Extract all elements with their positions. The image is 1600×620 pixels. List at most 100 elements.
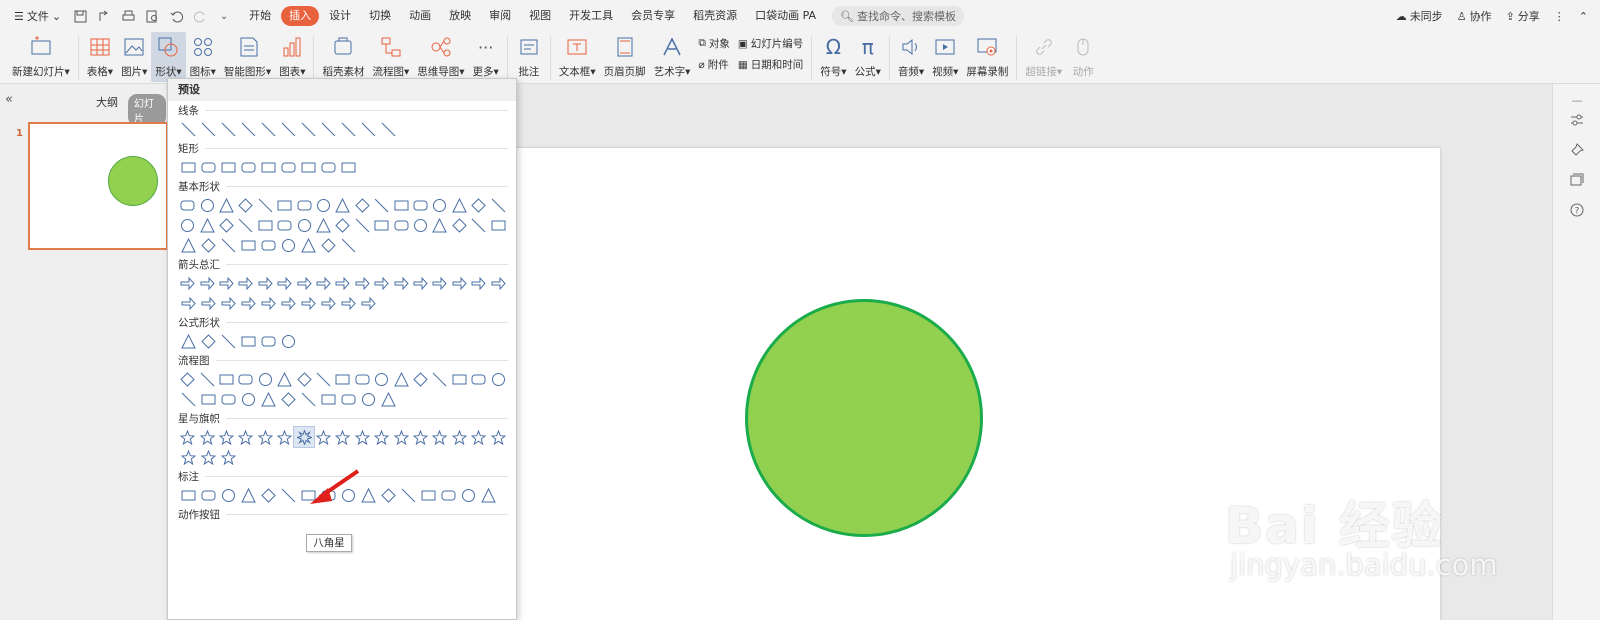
mindmap-button[interactable]: 思维导图▾	[413, 32, 468, 82]
shape-option[interactable]	[275, 427, 294, 447]
shape-option[interactable]	[298, 119, 318, 139]
shape-option[interactable]	[294, 215, 313, 235]
shape-option[interactable]	[411, 273, 430, 293]
shape-option[interactable]	[178, 447, 198, 467]
tab-review[interactable]: 审阅	[481, 6, 519, 26]
shape-option[interactable]	[218, 157, 238, 177]
shape-option[interactable]	[178, 331, 198, 351]
shape-option[interactable]	[333, 369, 352, 389]
shape-option[interactable]	[275, 215, 294, 235]
shape-option[interactable]	[236, 427, 255, 447]
shape-option[interactable]	[198, 293, 218, 313]
shape-option[interactable]	[217, 427, 236, 447]
shape-option[interactable]	[450, 369, 469, 389]
shape-option[interactable]	[469, 427, 488, 447]
circle-shape[interactable]	[745, 299, 983, 537]
shape-option[interactable]	[411, 215, 430, 235]
shape-option[interactable]	[430, 369, 449, 389]
shape-option[interactable]	[478, 485, 498, 505]
shape-option[interactable]	[391, 273, 410, 293]
shape-option-eight-point-star[interactable]	[293, 426, 315, 448]
shape-option[interactable]	[278, 331, 298, 351]
shape-option[interactable]	[256, 369, 275, 389]
shape-option[interactable]	[378, 485, 398, 505]
shape-option[interactable]	[178, 427, 197, 447]
share-button[interactable]: ⇪ 分享	[1506, 8, 1540, 24]
shape-option[interactable]	[438, 485, 458, 505]
shape-option[interactable]	[298, 235, 318, 255]
shape-option[interactable]	[294, 273, 313, 293]
shape-option[interactable]	[469, 215, 488, 235]
shape-option[interactable]	[430, 427, 449, 447]
shape-option[interactable]	[333, 195, 352, 215]
shape-option[interactable]	[256, 215, 275, 235]
shape-option[interactable]	[294, 195, 313, 215]
slide-number-button[interactable]: ▣ 幻灯片编号	[738, 36, 803, 51]
shape-option[interactable]	[391, 427, 410, 447]
shape-option[interactable]	[258, 157, 278, 177]
shape-option[interactable]	[275, 273, 294, 293]
shape-option[interactable]	[218, 389, 238, 409]
shape-option[interactable]	[372, 427, 391, 447]
shape-option[interactable]	[238, 293, 258, 313]
tab-view[interactable]: 视图	[521, 6, 559, 26]
shape-option[interactable]	[217, 215, 236, 235]
attachment-button[interactable]: ⌀ 附件	[698, 57, 730, 72]
shape-option[interactable]	[450, 427, 469, 447]
flowchart-button[interactable]: 流程图▾	[368, 32, 413, 82]
shape-option[interactable]	[489, 215, 508, 235]
shape-option[interactable]	[391, 215, 410, 235]
shape-option[interactable]	[256, 195, 275, 215]
shape-option[interactable]	[450, 195, 469, 215]
shape-option[interactable]	[178, 119, 198, 139]
shape-option[interactable]	[258, 389, 278, 409]
print-preview-icon[interactable]	[143, 7, 161, 25]
formula-button[interactable]: π 公式▾	[851, 32, 885, 82]
shape-option[interactable]	[430, 273, 449, 293]
chart-button[interactable]: 图表▾	[275, 32, 309, 82]
tab-transitions[interactable]: 切换	[361, 6, 399, 26]
shape-option[interactable]	[236, 215, 255, 235]
shape-option[interactable]	[333, 215, 352, 235]
shape-option[interactable]	[238, 235, 258, 255]
shape-option[interactable]	[258, 235, 278, 255]
shape-option[interactable]	[217, 273, 236, 293]
shape-option[interactable]	[294, 369, 313, 389]
shape-option[interactable]	[236, 369, 255, 389]
more-button[interactable]: ··· 更多▾	[469, 32, 503, 82]
shape-option[interactable]	[333, 427, 352, 447]
tab-developer[interactable]: 开发工具	[561, 6, 621, 26]
shape-button[interactable]: 形状▾	[151, 32, 186, 82]
shape-option[interactable]	[489, 369, 508, 389]
print-icon[interactable]	[119, 7, 137, 25]
shape-option[interactable]	[338, 389, 358, 409]
file-menu[interactable]: ☰ 文件 ⌄	[10, 5, 65, 27]
shape-option[interactable]	[314, 369, 333, 389]
shape-option[interactable]	[353, 273, 372, 293]
undo-icon[interactable]	[167, 7, 185, 25]
shape-option[interactable]	[338, 119, 358, 139]
tab-animations[interactable]: 动画	[401, 6, 439, 26]
shape-option[interactable]	[411, 427, 430, 447]
shape-option[interactable]	[318, 119, 338, 139]
shape-option[interactable]	[238, 119, 258, 139]
shape-option[interactable]	[430, 215, 449, 235]
shape-option[interactable]	[318, 157, 338, 177]
shape-option[interactable]	[238, 157, 258, 177]
smartart-button[interactable]: 智能图形▾	[220, 32, 275, 82]
shape-option[interactable]	[178, 293, 198, 313]
shape-option[interactable]	[278, 293, 298, 313]
tab-design[interactable]: 设计	[321, 6, 359, 26]
command-search[interactable]: 🔍︎ 查找命令、搜索模板	[832, 6, 965, 26]
shape-option[interactable]	[198, 485, 218, 505]
shape-option[interactable]	[218, 119, 238, 139]
daoke-material-button[interactable]: 稻壳素材	[318, 32, 368, 82]
tab-member[interactable]: 会员专享	[623, 6, 683, 26]
shape-option[interactable]	[275, 195, 294, 215]
shape-option[interactable]	[298, 293, 318, 313]
textbox-button[interactable]: 文本框▾	[555, 32, 600, 82]
new-slide-button[interactable]: 新建幻灯片▾	[8, 32, 74, 82]
more-options-icon[interactable]: ⋮	[1554, 10, 1565, 23]
shape-option[interactable]	[378, 389, 398, 409]
tab-home[interactable]: 开始	[241, 6, 279, 26]
